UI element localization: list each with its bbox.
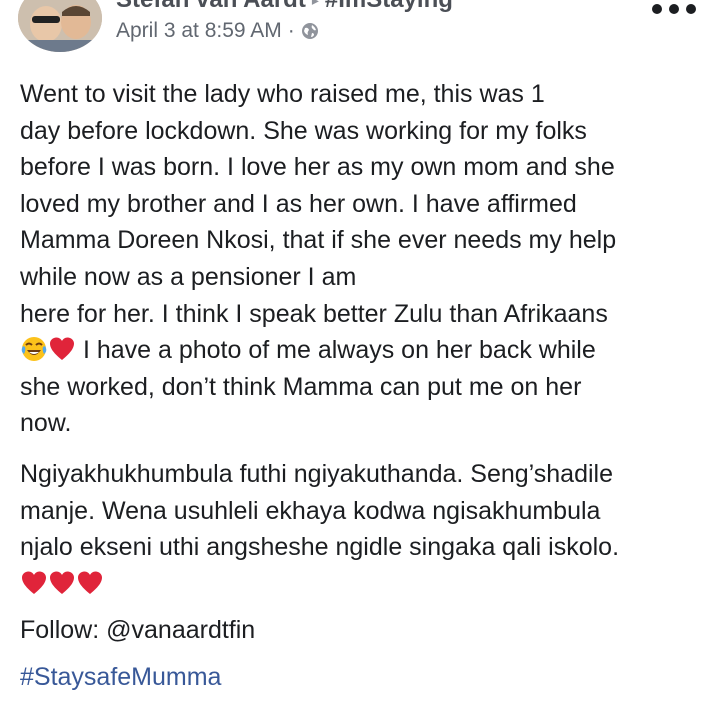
red-heart-emoji (48, 335, 76, 363)
triangle-right-icon: ▸ (311, 0, 319, 9)
globe-icon[interactable] (301, 22, 319, 40)
text-line: here for her. I think I speak better Zul… (20, 299, 608, 328)
text-line: now. (20, 409, 72, 438)
text-line: loved my brother and I as her own. I hav… (20, 189, 577, 218)
text-line: she worked, don’t think Mamma can put me… (20, 372, 582, 401)
author-name[interactable]: Stefan van Aardt (116, 0, 306, 13)
post-paragraph-1: Went to visit the lady who raised me, th… (20, 76, 710, 442)
text-line: Ngiyakhukhumbula futhi ngiyakuthanda. Se… (20, 459, 614, 488)
text-line-with-emoji: I have a photo of me always on her back … (20, 332, 710, 369)
text-line: I have a photo of me always on her back … (76, 336, 596, 365)
post-meta: April 3 at 8:59 AM · (116, 19, 319, 43)
avatar[interactable] (18, 0, 102, 52)
more-options-icon[interactable] (652, 2, 696, 16)
text-line: before I was born. I love her as my own … (20, 153, 615, 182)
follow-line: Follow: @vanaardtfin (20, 616, 256, 645)
laughing-crying-emoji (20, 335, 48, 363)
red-heart-emoji (76, 569, 104, 597)
timestamp[interactable]: April 3 at 8:59 AM (116, 19, 282, 43)
text-line: Mamma Doreen Nkosi, that if she ever nee… (20, 226, 617, 255)
author-line: Stefan van Aardt ▸ #ImStaying (116, 0, 453, 14)
text-line: while now as a pensioner I am (20, 262, 357, 291)
facebook-post: Stefan van Aardt ▸ #ImStaying April 3 at 8… (0, 0, 720, 704)
meta-separator: · (287, 19, 295, 42)
post-content: Went to visit the lady who raised me, th… (20, 76, 710, 696)
text-line: day before lockdown. She was working for… (20, 116, 587, 145)
red-heart-emoji (20, 569, 48, 597)
red-heart-emoji (48, 569, 76, 597)
text-line: manje. Wena usuhleli ekhaya kodwa ngisak… (20, 496, 601, 525)
tag-link[interactable]: #ImStaying (325, 0, 453, 13)
text-line: njalo ekseni uthi angsheshe ngidle singa… (20, 533, 620, 562)
post-paragraph-2: Ngiyakhukhumbula futhi ngiyakuthanda. Se… (20, 456, 710, 602)
text-line: Went to visit the lady who raised me, th… (20, 80, 545, 108)
hearts-line (20, 566, 710, 603)
hashtag-link[interactable]: #StaysafeMumma (20, 659, 710, 696)
